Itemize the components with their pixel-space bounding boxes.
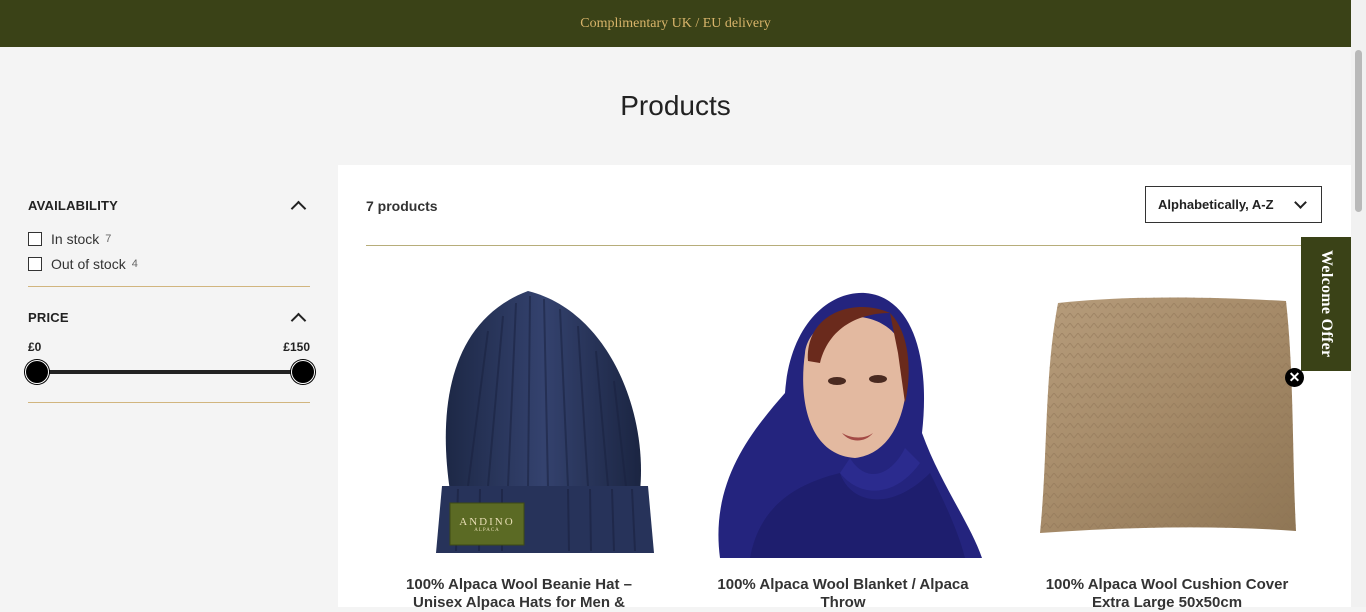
product-card[interactable]: 100% Alpaca Wool Blanket / Alpaca Throw — [690, 283, 996, 612]
chevron-down-icon — [1294, 196, 1307, 209]
product-image[interactable] — [690, 283, 996, 560]
sort-value: Alphabetically, A-Z — [1158, 197, 1274, 212]
page-scrollbar[interactable] — [1351, 0, 1366, 607]
availability-toggle[interactable]: AVAILABILITY — [28, 197, 310, 217]
scrollbar-thumb[interactable] — [1355, 50, 1362, 212]
cushion-image — [1040, 297, 1296, 533]
announcement-text: Complimentary UK / EU delivery — [580, 15, 771, 31]
product-card[interactable]: 100% Alpaca Wool Cushion Cover Extra Lar… — [1014, 283, 1320, 612]
availability-filter: AVAILABILITY In stock 7 Out of stock 4 — [28, 190, 310, 287]
welcome-offer-label: Welcome Offer — [1318, 250, 1335, 358]
welcome-offer-tab[interactable]: Welcome Offer — [1301, 237, 1351, 371]
brand-sublabel: ALPACA — [474, 527, 500, 533]
in-stock-label: In stock — [51, 230, 100, 247]
in-stock-checkbox[interactable] — [28, 231, 42, 246]
out-of-stock-label: Out of stock — [51, 255, 126, 272]
availability-heading: AVAILABILITY — [28, 198, 119, 213]
close-icon[interactable]: ✕ — [1285, 368, 1304, 387]
chevron-up-icon[interactable] — [290, 200, 307, 217]
out-of-stock-count: 4 — [131, 257, 138, 270]
product-grid-area: 7 products Alphabetically, A-Z ANDINO AL… — [338, 165, 1351, 611]
divider — [366, 245, 1322, 246]
product-count: 7 products — [366, 198, 438, 214]
price-max-label: £150 — [283, 340, 310, 354]
page-title: Products — [620, 90, 731, 121]
filter-in-stock[interactable]: In stock 7 — [28, 226, 310, 251]
filter-sidebar: AVAILABILITY In stock 7 Out of stock 4 P… — [25, 190, 315, 403]
product-image[interactable]: ANDINO ALPACA — [366, 283, 672, 560]
brand-label: ANDINO — [459, 515, 515, 528]
price-toggle[interactable]: PRICE — [28, 309, 310, 329]
chevron-up-icon[interactable] — [290, 312, 307, 329]
out-of-stock-checkbox[interactable] — [28, 256, 42, 271]
slider-track — [36, 370, 302, 374]
announcement-bar: Complimentary UK / EU delivery — [0, 0, 1351, 47]
in-stock-count: 7 — [105, 232, 112, 245]
product-image[interactable] — [1014, 283, 1320, 560]
filter-out-of-stock[interactable]: Out of stock 4 — [28, 251, 310, 276]
beanie-label-text: ANDINO ALPACA — [450, 503, 524, 545]
blanket-image — [718, 292, 982, 558]
product-card[interactable]: ANDINO ALPACA 100% Alpaca Wool Beanie Ha… — [366, 283, 672, 612]
price-range-slider[interactable] — [25, 360, 315, 384]
price-heading: PRICE — [28, 310, 69, 325]
price-max-handle[interactable] — [291, 360, 315, 384]
price-min-handle[interactable] — [25, 360, 49, 384]
price-min-label: £0 — [28, 340, 42, 354]
price-filter: PRICE £0 £150 — [25, 287, 315, 403]
sort-dropdown[interactable]: Alphabetically, A-Z — [1145, 186, 1322, 223]
